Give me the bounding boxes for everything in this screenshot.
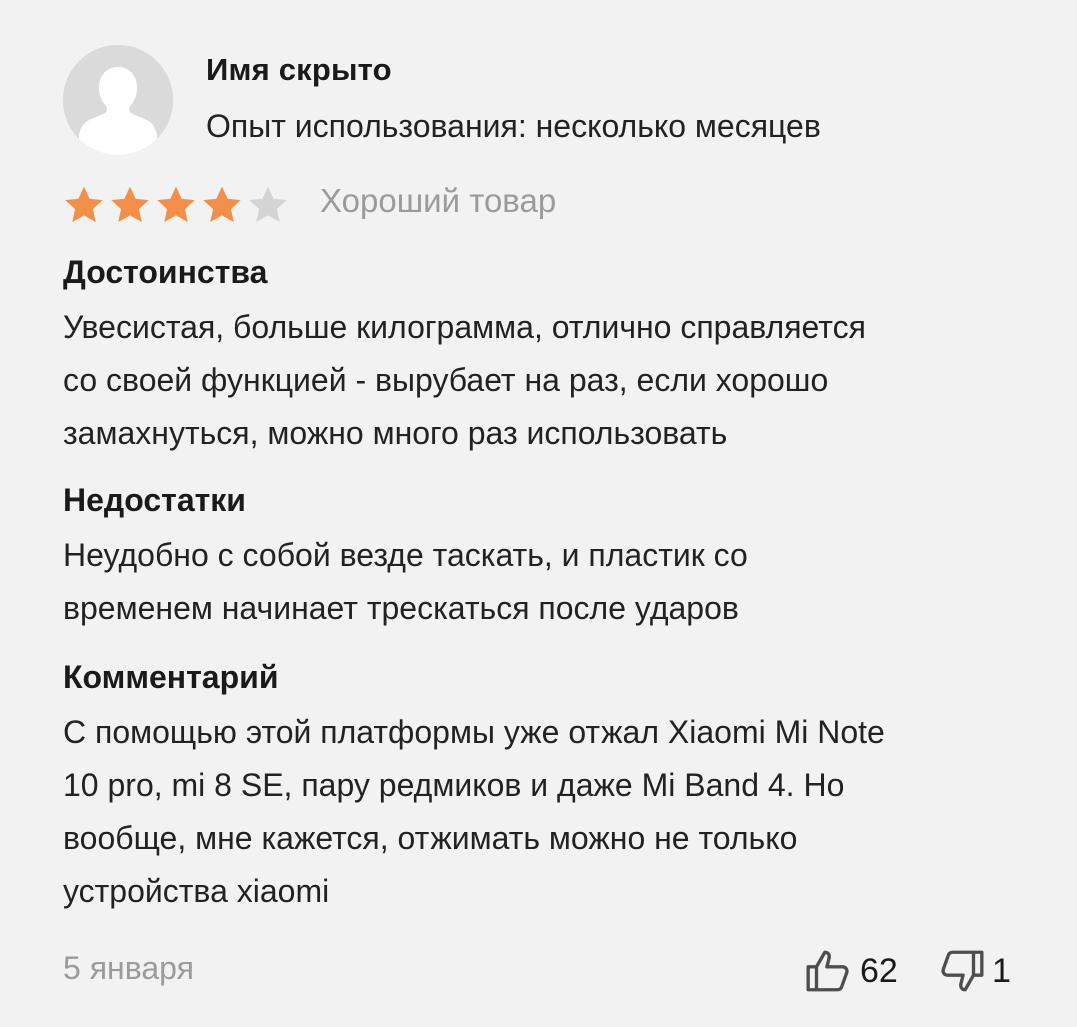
dislike-button[interactable]: 1 <box>936 946 1011 996</box>
comment-title: Комментарий <box>63 659 279 695</box>
thumb-up-icon <box>806 950 849 992</box>
star-filled-icon <box>111 186 149 222</box>
comment-line: 10 pro, mi 8 SE, пару редмиков и даже Mi… <box>63 767 845 803</box>
review-date: 5 января <box>63 950 194 986</box>
user-silhouette-icon <box>63 45 173 155</box>
cons-line: временем начинает трескаться после ударо… <box>63 590 739 626</box>
star-filled-icon <box>65 186 103 222</box>
pros-line: со своей функцией - вырубает на раз, есл… <box>63 362 829 398</box>
pros-title: Достоинства <box>63 254 268 290</box>
star-filled-icon <box>157 186 195 222</box>
pros-text: Увесистая, больше килограмма, отлично сп… <box>63 301 1023 460</box>
dislike-count: 1 <box>992 951 1011 990</box>
rating-label: Хороший товар <box>320 182 557 219</box>
like-count: 62 <box>860 951 898 990</box>
usage-duration: Опыт использования: несколько месяцев <box>206 108 821 144</box>
star-empty-icon <box>249 186 287 222</box>
comment-text: С помощью этой платформы уже отжал Xiaom… <box>63 706 1023 918</box>
comment-line: С помощью этой платформы уже отжал Xiaom… <box>63 714 885 750</box>
pros-line: Увесистая, больше килограмма, отлично сп… <box>63 309 866 345</box>
pros-line: замахнуться, можно много раз использоват… <box>63 415 728 451</box>
cons-line: Неудобно с собой везде таскать, и пласти… <box>63 537 748 573</box>
star-filled-icon <box>203 186 241 222</box>
avatar[interactable] <box>63 45 173 155</box>
cons-title: Недостатки <box>63 482 246 518</box>
comment-line: вообще, мне кажется, отжимать можно не т… <box>63 820 798 856</box>
cons-text: Неудобно с собой везде таскать, и пласти… <box>63 529 1023 635</box>
rating-stars <box>62 184 290 226</box>
like-button[interactable]: 62 <box>804 946 898 996</box>
thumb-down-icon <box>941 950 984 992</box>
comment-line: устройства xiaomi <box>63 873 330 909</box>
author-name: Имя скрыто <box>206 52 392 87</box>
